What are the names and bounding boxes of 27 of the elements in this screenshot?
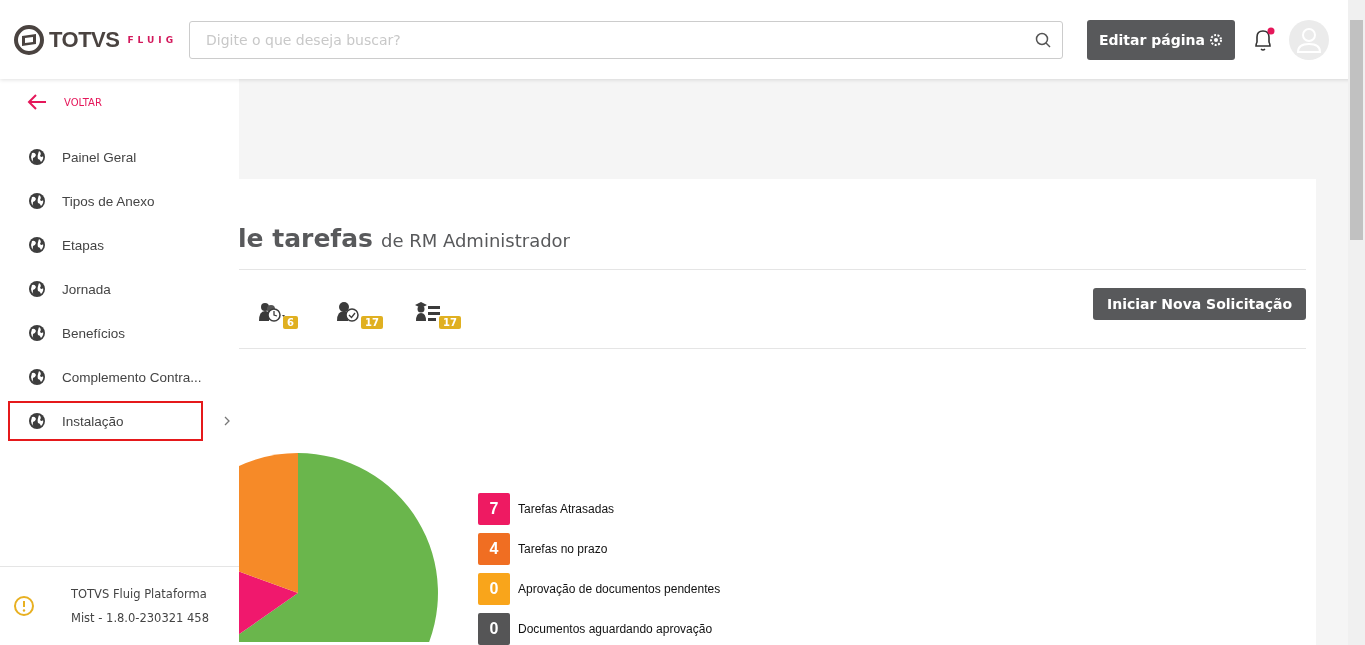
legend-count: 0 (478, 573, 510, 605)
legend-label: Aprovação de documentos pendentes (518, 582, 721, 596)
logo-subtext: FLUIG (127, 34, 178, 45)
back-link[interactable]: VOLTAR (0, 79, 239, 113)
count-badge: 6 (283, 316, 298, 329)
legend-count: 7 (478, 493, 510, 525)
legend-label: Documentos aguardando aprovação (518, 622, 713, 636)
legend-label: Tarefas Atrasadas (518, 502, 615, 516)
sidebar-item[interactable]: Tipos de Anexo (8, 181, 203, 221)
page-subtitle: de RM Administrador (380, 230, 571, 253)
count-badge: 17 (361, 316, 383, 329)
sidebar-item[interactable]: Painel Geral (8, 137, 203, 177)
new-request-button[interactable]: Iniciar Nova Solicitação (1093, 288, 1306, 320)
count-badge: 17 (439, 316, 461, 329)
legend-count: 0 (478, 613, 510, 645)
legend-label: Tarefas no prazo (518, 542, 608, 556)
sidebar-item[interactable]: Instalação (8, 401, 203, 441)
version-text: Mist - 1.8.0-230321 458 (71, 610, 209, 627)
sidebar-item[interactable]: Jornada (8, 269, 203, 309)
page-title: le tarefas (239, 224, 373, 253)
sidebar-item[interactable]: Etapas (8, 225, 203, 265)
sidebar-item[interactable]: Complemento Contra... (8, 357, 203, 397)
logo-text: TOTVS (49, 26, 120, 53)
legend-count: 4 (478, 533, 510, 565)
edit-page-button[interactable]: Editar página (1087, 19, 1235, 60)
product-name: TOTVS Fluig Plataforma (71, 586, 208, 603)
sidebar-item[interactable]: Benefícios (8, 313, 203, 353)
